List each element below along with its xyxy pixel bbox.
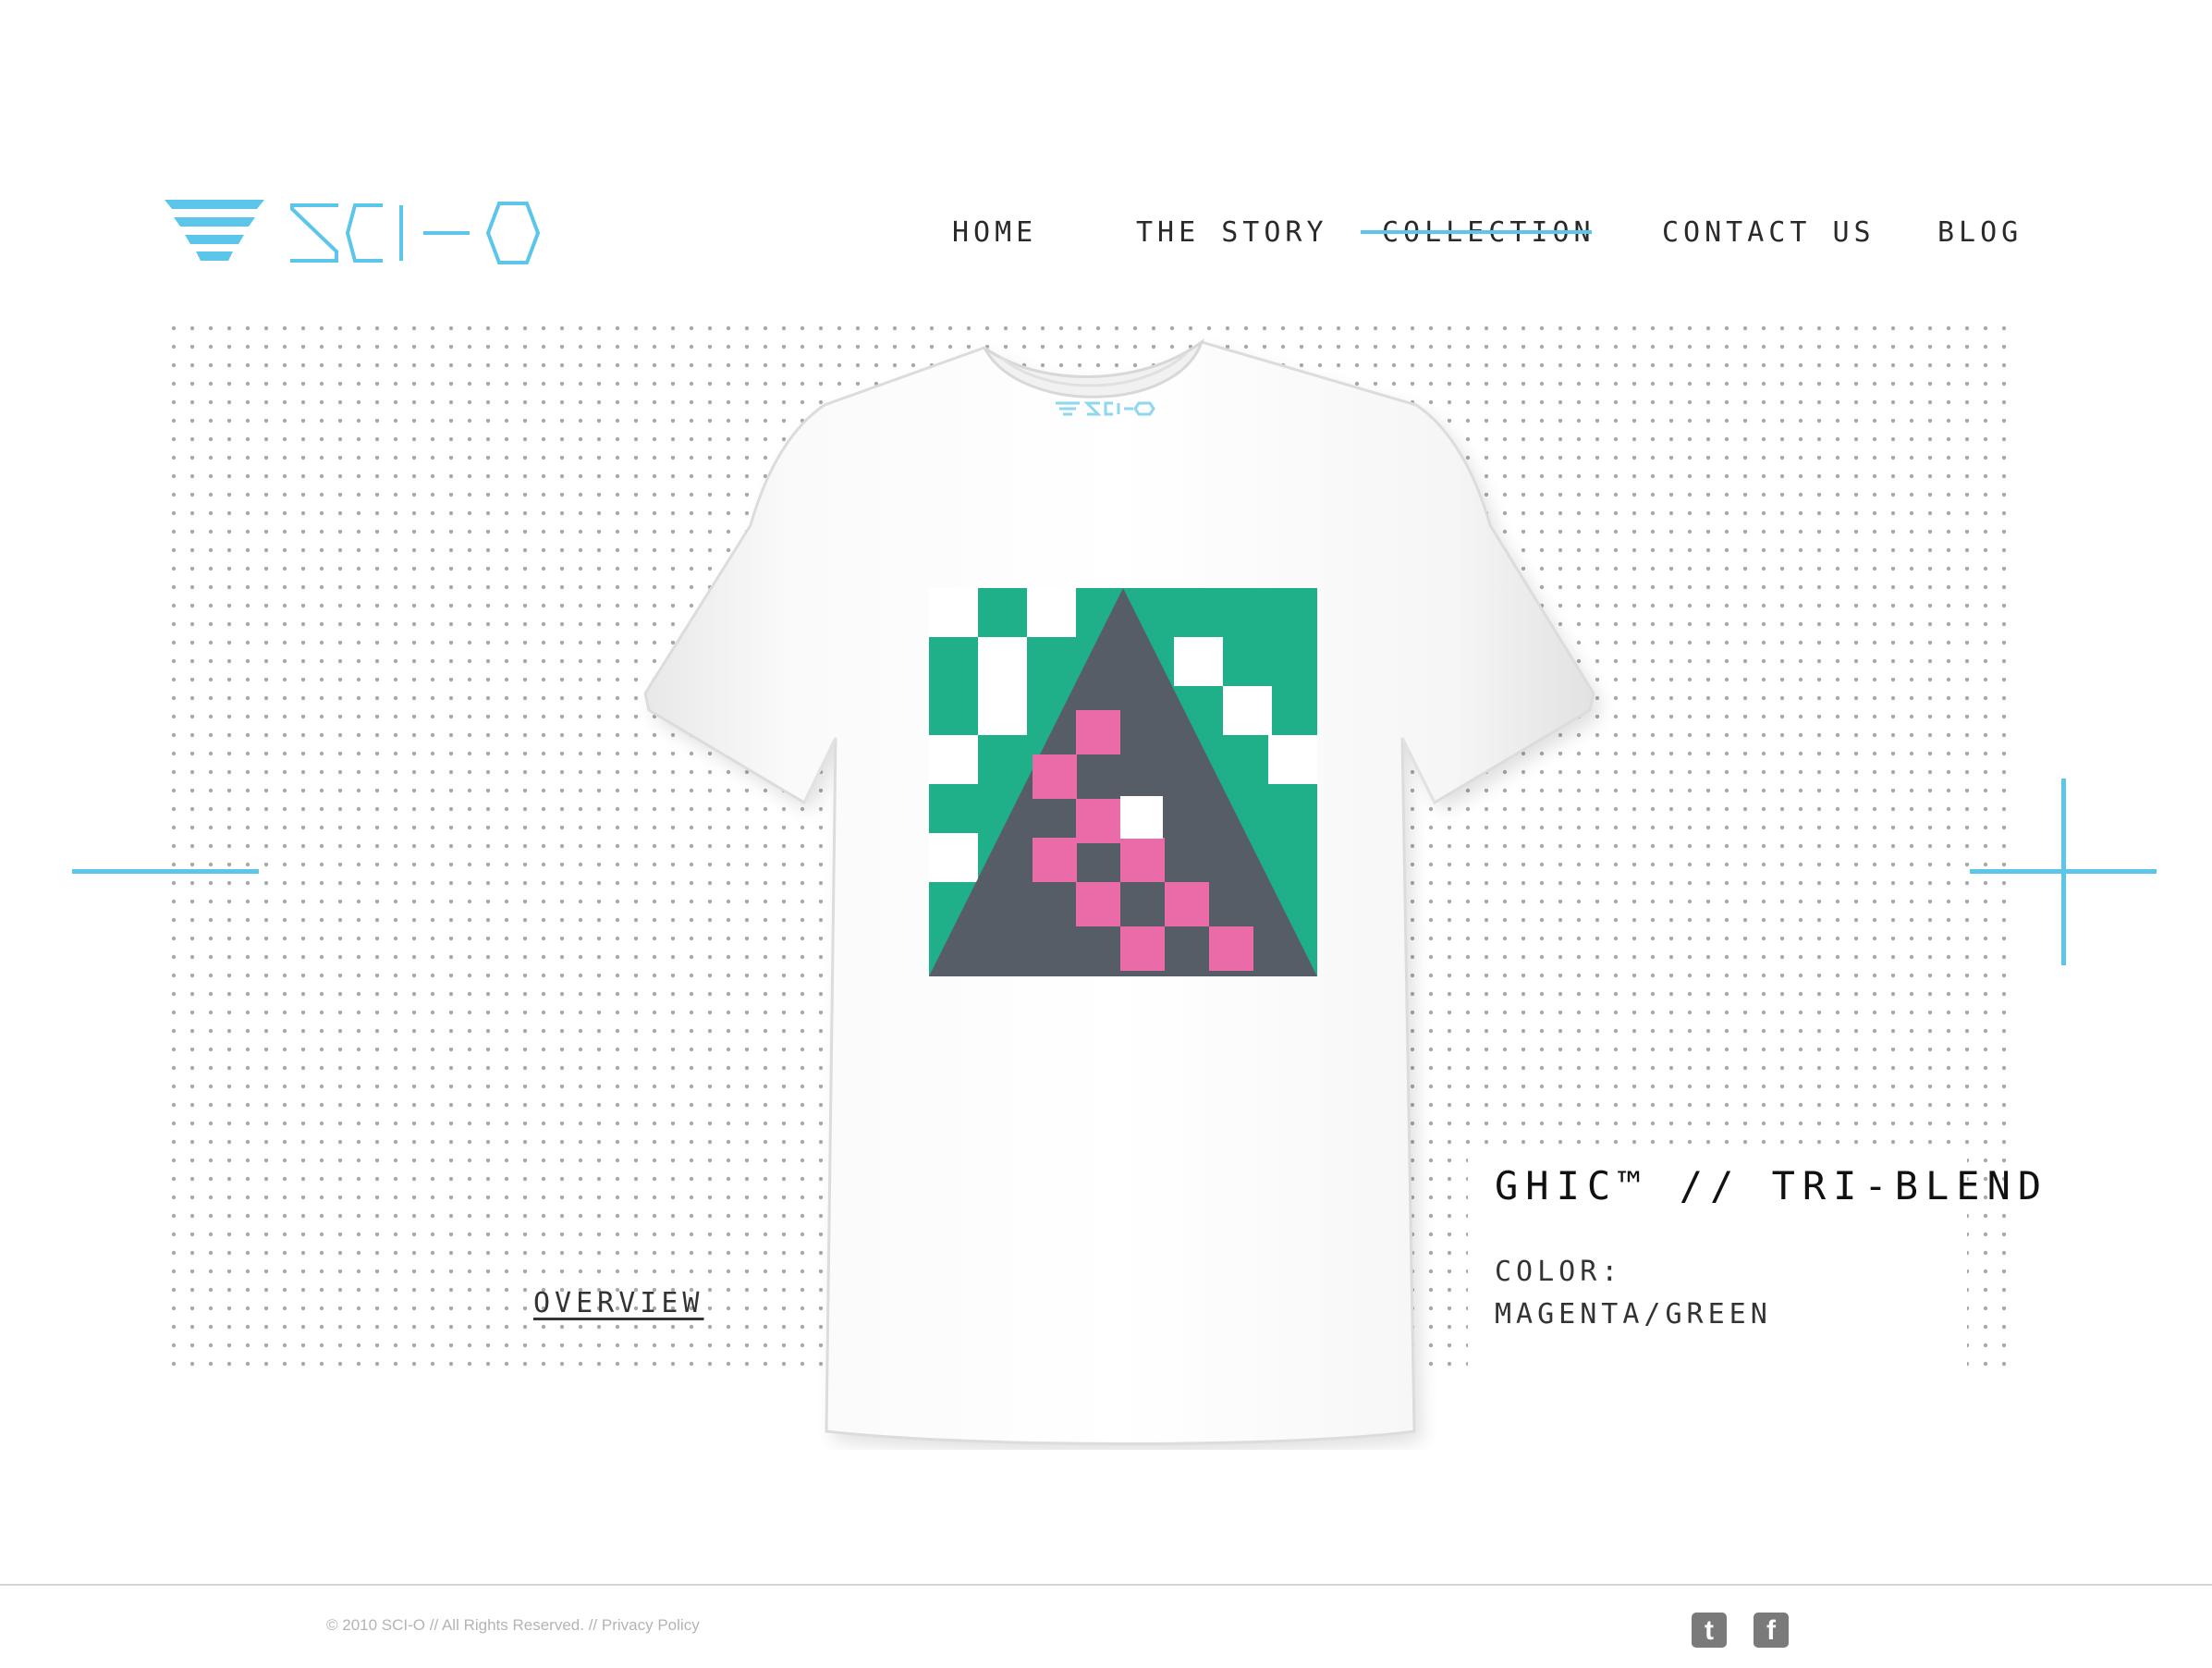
privacy-policy-link[interactable]: Privacy Policy xyxy=(602,1616,700,1634)
nav-home[interactable]: HOME xyxy=(952,215,1037,251)
color-label: COLOR: xyxy=(1495,1256,1623,1288)
right-crosshair-vertical xyxy=(2061,779,2066,965)
left-crosshair-line xyxy=(72,869,259,874)
twitter-icon[interactable]: t xyxy=(1692,1613,1727,1648)
active-nav-indicator xyxy=(1361,230,1592,234)
nav-the-story[interactable]: THE STORY xyxy=(1136,215,1328,251)
nav-blog[interactable]: BLOG xyxy=(1937,215,2023,251)
footer-divider xyxy=(0,1584,2212,1586)
overview-link[interactable]: OVERVIEW xyxy=(533,1287,704,1319)
color-value: MAGENTA/GREEN xyxy=(1495,1298,1772,1331)
copyright-text: © 2010 SCI-O // All Rights Reserved. // xyxy=(326,1616,598,1634)
nav-contact-us[interactable]: CONTACT US xyxy=(1662,215,1876,251)
footer-copyright: © 2010 SCI-O // All Rights Reserved. // … xyxy=(326,1616,700,1635)
facebook-icon[interactable]: f xyxy=(1754,1613,1789,1648)
product-title: GHIC™ // TRI-BLEND xyxy=(1495,1163,2049,1208)
sci-o-logo[interactable] xyxy=(165,196,540,270)
